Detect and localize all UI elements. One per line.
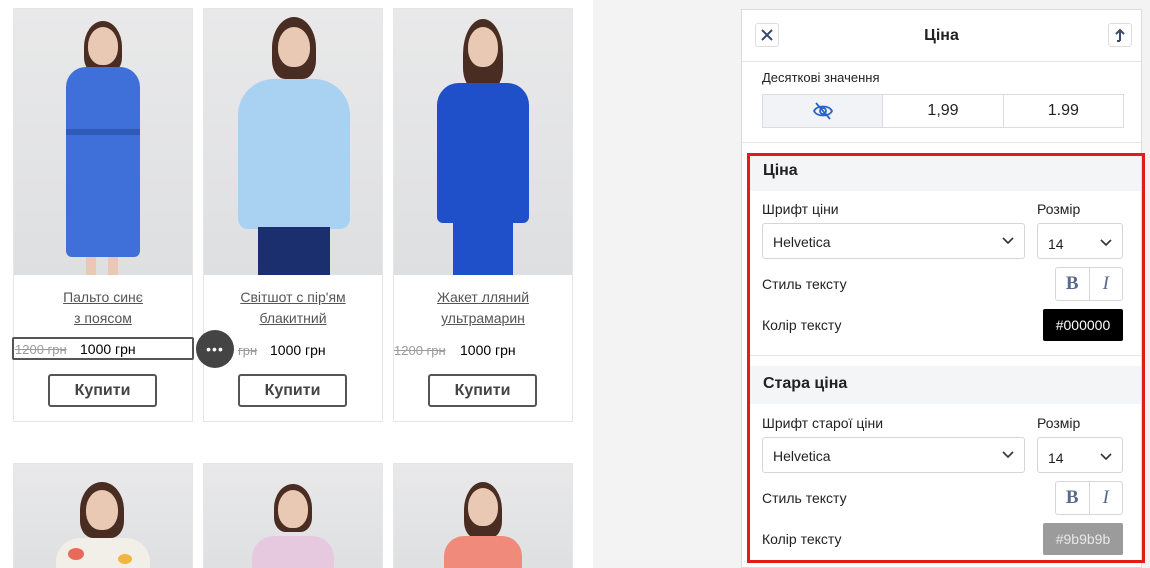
product-image[interactable]	[394, 9, 572, 275]
product-card: Жакет лляний ультрамарин 1200 грн 1000 г…	[393, 8, 573, 422]
price-size-label: Розмір	[1037, 201, 1081, 217]
price-color-swatch[interactable]: #000000	[1043, 309, 1123, 341]
arrow-up-icon	[1115, 28, 1125, 42]
chevron-down-icon	[1002, 451, 1014, 459]
buy-button[interactable]: Купити	[238, 374, 347, 407]
old-price-style-buttons: B I	[1055, 481, 1123, 515]
price-style-buttons: B I	[1055, 267, 1123, 301]
product-image[interactable]	[394, 464, 572, 568]
decimals-comma-option[interactable]: 1,99	[882, 95, 1002, 127]
more-options-button[interactable]: •••	[196, 330, 234, 368]
product-image[interactable]	[14, 464, 192, 568]
price: 1000 грн	[460, 342, 516, 358]
buy-button[interactable]: Купити	[428, 374, 537, 407]
old-price: 1200 грн	[394, 343, 446, 358]
old-price-color-label: Колір тексту	[762, 531, 842, 547]
price: 1000 грн	[270, 342, 326, 358]
decimals-selector: 1,99 1.99	[762, 94, 1124, 128]
price-font-select[interactable]: Helvetica	[762, 223, 1025, 259]
old-price-font-label: Шрифт старої ціни	[762, 415, 884, 431]
chevron-down-icon	[1100, 239, 1112, 247]
bold-button[interactable]: B	[1056, 482, 1090, 514]
decimals-hidden-option[interactable]	[763, 95, 883, 127]
old-price-section-header: Стара ціна	[749, 366, 1141, 404]
price-color-label: Колір тексту	[762, 317, 842, 333]
italic-button[interactable]: I	[1090, 482, 1123, 514]
product-card	[13, 463, 193, 568]
product-image[interactable]	[204, 464, 382, 568]
panel-title: Ціна	[924, 27, 959, 44]
product-card	[203, 463, 383, 568]
price-style-label: Стиль тексту	[762, 276, 847, 292]
price-section-header: Ціна	[749, 153, 1141, 191]
product-name-link[interactable]: Світшот с пір'ям блакитний	[214, 287, 372, 329]
eye-off-icon	[812, 102, 833, 120]
selected-price-element[interactable]: 1200 грн 1000 грн	[12, 337, 194, 360]
old-price-font-select[interactable]: Helvetica	[762, 437, 1025, 473]
bold-button[interactable]: B	[1056, 268, 1090, 300]
buy-button[interactable]: Купити	[48, 374, 157, 407]
decimals-dot-option[interactable]: 1.99	[1002, 95, 1123, 127]
panel-header: Ціна	[742, 10, 1141, 62]
product-image[interactable]	[204, 9, 382, 275]
price-section-title: Ціна	[763, 162, 798, 179]
price: 1000 грн	[80, 341, 136, 357]
price-settings-panel: Ціна Десяткові значення 1,99 1.99 Ціна Ш…	[741, 9, 1142, 568]
old-price-color-swatch[interactable]: #9b9b9b	[1043, 523, 1123, 555]
price-font-label: Шрифт ціни	[762, 201, 839, 217]
price-row: 1200 грн 1000 грн	[394, 339, 574, 361]
move-up-button[interactable]	[1108, 23, 1132, 47]
old-price-size-label: Розмір	[1037, 415, 1081, 431]
old-price: грн	[238, 343, 258, 358]
old-price-style-label: Стиль тексту	[762, 490, 847, 506]
more-dots-icon: •••	[206, 341, 224, 357]
product-image[interactable]	[14, 9, 192, 275]
chevron-down-icon	[1002, 237, 1014, 245]
product-name-link[interactable]: Пальто синє з поясом	[24, 287, 182, 329]
old-price: 1200 грн	[15, 342, 67, 357]
old-price-section-title: Стара ціна	[763, 375, 848, 392]
product-card	[393, 463, 573, 568]
store-canvas: Пальто синє з поясом Купити 1200 грн 100…	[0, 0, 593, 568]
old-price-size-select[interactable]: 14	[1037, 437, 1123, 473]
italic-button[interactable]: I	[1090, 268, 1123, 300]
price-size-select[interactable]: 14	[1037, 223, 1123, 259]
decimals-label: Десяткові значення	[762, 70, 880, 85]
chevron-down-icon	[1100, 453, 1112, 461]
product-name-link[interactable]: Жакет лляний ультрамарин	[404, 287, 562, 329]
